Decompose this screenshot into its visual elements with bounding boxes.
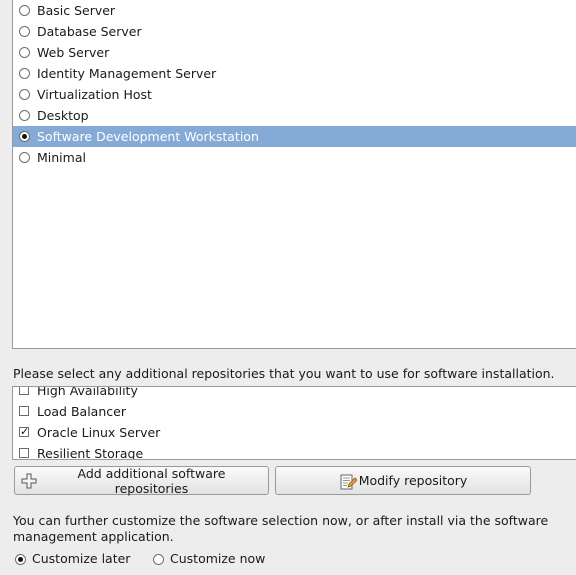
checkbox-checked[interactable]: ✓ [19,426,29,437]
plus-icon [21,473,37,489]
checkbox[interactable] [19,448,29,458]
checkbox[interactable] [19,387,29,395]
customize-description: You can further customize the software s… [13,513,549,544]
customize-later-option[interactable]: Customize later [13,549,130,569]
group-label: Desktop [37,108,89,123]
repo-label: Resilient Storage [37,446,144,460]
repo-high-availability[interactable]: High Availability [13,386,576,401]
modify-repository-button[interactable]: Modify repository [275,466,531,495]
group-software-development-workstation[interactable]: Software Development Workstation [13,126,576,147]
add-repositories-button[interactable]: Add additional software repositories [14,465,269,496]
repository-list[interactable]: High Availability Load Balancer ✓ Oracle … [12,386,576,460]
group-label: Minimal [37,150,86,165]
customize-now-label: Customize now [170,551,266,566]
modify-repository-label: Modify repository [358,473,468,488]
group-label: Basic Server [37,3,116,18]
radio-button[interactable] [19,152,30,163]
radio-button-selected[interactable] [19,131,30,142]
checkbox[interactable] [19,406,29,416]
radio-button[interactable] [19,26,30,37]
radio-button-selected[interactable] [15,554,26,565]
repository-prompt: Please select any additional repositorie… [13,366,555,381]
group-label: Database Server [37,24,142,39]
group-label: Software Development Workstation [37,129,259,144]
repo-label: Oracle Linux Server [37,425,161,440]
radio-button[interactable] [19,110,30,121]
group-identity-management-server[interactable]: Identity Management Server [13,63,576,84]
group-basic-server[interactable]: Basic Server [13,0,576,21]
group-desktop[interactable]: Desktop [13,105,576,126]
radio-button[interactable] [19,89,30,100]
group-web-server[interactable]: Web Server [13,42,576,63]
repo-load-balancer[interactable]: Load Balancer [13,401,576,422]
group-label: Identity Management Server [37,66,217,81]
repo-resilient-storage[interactable]: Resilient Storage [13,443,576,460]
add-repositories-label: Add additional software repositories [77,465,226,496]
repo-oracle-linux-server[interactable]: ✓ Oracle Linux Server [13,422,576,443]
group-label: Web Server [37,45,110,60]
install-group-list[interactable]: Basic Server Database Server Web Server … [12,0,576,349]
customize-later-label: Customize later [32,551,131,566]
radio-button[interactable] [153,554,164,565]
radio-button[interactable] [19,5,30,16]
group-minimal[interactable]: Minimal [13,147,576,168]
edit-document-icon [339,473,358,489]
radio-button[interactable] [19,68,30,79]
repo-label: Load Balancer [37,404,126,419]
group-database-server[interactable]: Database Server [13,21,576,42]
radio-button[interactable] [19,47,30,58]
group-label: Virtualization Host [37,87,152,102]
customize-now-option[interactable]: Customize now [151,549,265,569]
group-virtualization-host[interactable]: Virtualization Host [13,84,576,105]
repo-label: High Availability [37,386,138,398]
